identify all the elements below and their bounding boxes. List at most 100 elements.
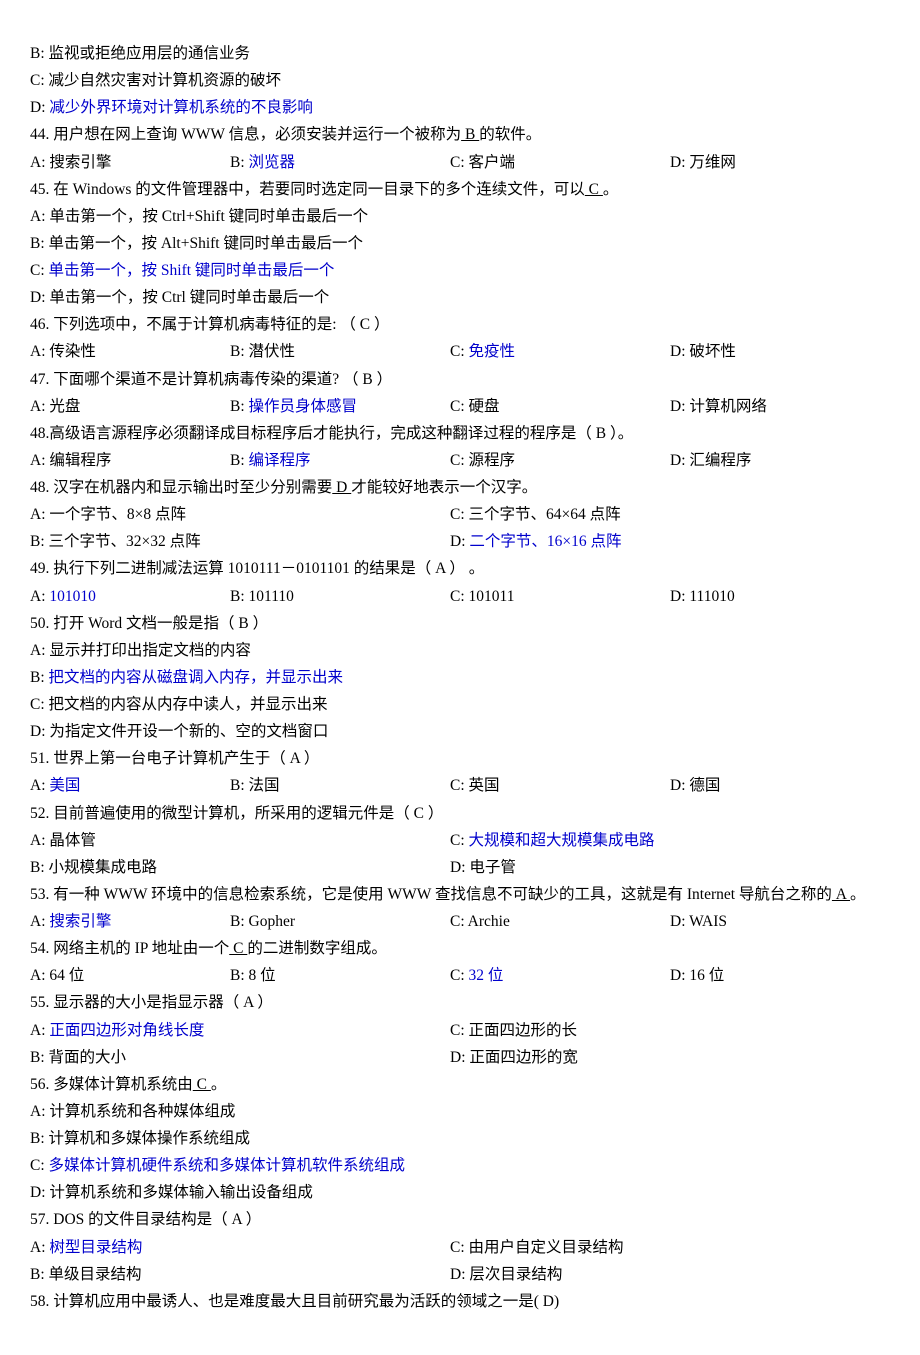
q52-c-prefix: C:: [450, 832, 469, 849]
q57-opt-d: D: 层次目录结构: [450, 1261, 890, 1288]
q54-opt-a: A: 64 位: [30, 962, 230, 989]
q45-opt-c: C: 单击第一个，按 Shift 键同时单击最后一个: [30, 257, 890, 284]
q54-opt-b: B: 8 位: [230, 962, 450, 989]
q48a-stem: 48.高级语言源程序必须翻译成目标程序后才能执行，完成这种翻译过程的程序是（ B…: [30, 420, 890, 447]
q53-stem: 53. 有一种 WWW 环境中的信息检索系统，它是使用 WWW 查找信息不可缺少…: [30, 881, 890, 908]
q48b-row1: A: 一个字节、8×8 点阵 C: 三个字节、64×64 点阵: [30, 501, 890, 528]
q54-c-answer: 32 位: [469, 967, 504, 984]
q50-opt-a: A: 显示并打印出指定文档的内容: [30, 637, 890, 664]
q48a-opt-a: A: 编辑程序: [30, 447, 230, 474]
q51-stem: 51. 世界上第一台电子计算机产生于（ A ）: [30, 745, 890, 772]
q54-opt-d: D: 16 位: [670, 962, 890, 989]
q48b-row2: B: 三个字节、32×32 点阵 D: 二个字节、16×16 点阵: [30, 528, 890, 555]
q56-stem-1: 56. 多媒体计算机系统由: [30, 1076, 193, 1093]
q50-b-prefix: B:: [30, 669, 49, 686]
q51-options: A: 美国 B: 法国 C: 英国 D: 德国: [30, 772, 890, 799]
q47-opt-c: C: 硬盘: [450, 393, 670, 420]
q47-stem: 47. 下面哪个渠道不是计算机病毒传染的渠道? （ B ）: [30, 366, 890, 393]
q48a-opt-b: B: 编译程序: [230, 447, 450, 474]
q46-opt-d: D: 破坏性: [670, 338, 890, 365]
q44-options: A: 搜索引擎 B: 浏览器 C: 客户端 D: 万维网: [30, 149, 890, 176]
q47-opt-d: D: 计算机网络: [670, 393, 890, 420]
q45-c-prefix: C:: [30, 262, 49, 279]
q44-opt-a: A: 搜索引擎: [30, 149, 230, 176]
q52-c-answer: 大规模和超大规模集成电路: [469, 832, 655, 849]
q54-opt-c: C: 32 位: [450, 962, 670, 989]
q52-row1: A: 晶体管 C: 大规模和超大规模集成电路: [30, 827, 890, 854]
q56-blank: C: [193, 1076, 211, 1093]
q43-opt-b: B: 监视或拒绝应用层的通信业务: [30, 40, 890, 67]
q49-opt-a: A: 101010: [30, 583, 230, 610]
q50-opt-b: B: 把文档的内容从磁盘调入内存，并显示出来: [30, 664, 890, 691]
q44-blank: B: [461, 126, 479, 143]
q57-stem: 57. DOS 的文件目录结构是（ A ）: [30, 1206, 890, 1233]
q48b-opt-a: A: 一个字节、8×8 点阵: [30, 501, 450, 528]
q44-b-prefix: B:: [230, 154, 249, 171]
q44-opt-b: B: 浏览器: [230, 149, 450, 176]
q50-stem: 50. 打开 Word 文档一般是指（ B ）: [30, 610, 890, 637]
q51-opt-c: C: 英国: [450, 772, 670, 799]
q57-a-answer: 树型目录结构: [49, 1239, 142, 1256]
q52-opt-c: C: 大规模和超大规模集成电路: [450, 827, 890, 854]
q55-a-answer: 正面四边形对角线长度: [49, 1022, 204, 1039]
q48a-opt-c: C: 源程序: [450, 447, 670, 474]
q48a-options: A: 编辑程序 B: 编译程序 C: 源程序 D: 汇编程序: [30, 447, 890, 474]
q45-c-answer: 单击第一个，按 Shift 键同时单击最后一个: [49, 262, 335, 279]
q50-opt-d: D: 为指定文件开设一个新的、空的文档窗口: [30, 718, 890, 745]
q53-blank: A: [832, 886, 850, 903]
q55-row1: A: 正面四边形对角线长度 C: 正面四边形的长: [30, 1017, 890, 1044]
q57-opt-c: C: 由用户自定义目录结构: [450, 1234, 890, 1261]
q58-stem: 58. 计算机应用中最诱人、也是难度最大且目前研究最为活跃的领域之一是( D): [30, 1288, 890, 1315]
q54-c-prefix: C:: [450, 967, 469, 984]
q54-stem-2: 的二进制数字组成。: [247, 940, 387, 957]
q52-opt-d: D: 电子管: [450, 854, 890, 881]
q55-opt-a: A: 正面四边形对角线长度: [30, 1017, 450, 1044]
q48b-opt-c: C: 三个字节、64×64 点阵: [450, 501, 890, 528]
q43-opt-d: D: 减少外界环境对计算机系统的不良影响: [30, 94, 890, 121]
q56-c-prefix: C:: [30, 1157, 49, 1174]
q51-a-answer: 美国: [49, 777, 80, 794]
q49-a-prefix: A:: [30, 588, 49, 605]
q44-opt-d: D: 万维网: [670, 149, 890, 176]
q57-a-prefix: A:: [30, 1239, 49, 1256]
q49-a-answer: 101010: [49, 588, 96, 605]
q53-stem-1: 53. 有一种 WWW 环境中的信息检索系统，它是使用 WWW 查找信息不可缺少…: [30, 886, 832, 903]
q52-stem: 52. 目前普遍使用的微型计算机，所采用的逻辑元件是（ C ）: [30, 800, 890, 827]
q49-opt-c: C: 101011: [450, 583, 670, 610]
q54-stem: 54. 网络主机的 IP 地址由一个 C 的二进制数字组成。: [30, 935, 890, 962]
q52-opt-a: A: 晶体管: [30, 827, 450, 854]
q55-a-prefix: A:: [30, 1022, 49, 1039]
q46-options: A: 传染性 B: 潜伏性 C: 免疫性 D: 破坏性: [30, 338, 890, 365]
q57-opt-b: B: 单级目录结构: [30, 1261, 450, 1288]
q57-opt-a: A: 树型目录结构: [30, 1234, 450, 1261]
q49-opt-b: B: 101110: [230, 583, 450, 610]
q53-opt-c: C: Archie: [450, 908, 670, 935]
q47-b-answer: 操作员身体感冒: [249, 398, 358, 415]
q44-stem-1: 44. 用户想在网上查询 WWW 信息，必须安装并运行一个被称为: [30, 126, 461, 143]
q47-options: A: 光盘 B: 操作员身体感冒 C: 硬盘 D: 计算机网络: [30, 393, 890, 420]
q48b-stem: 48. 汉字在机器内和显示输出时至少分别需要 D 才能较好地表示一个汉字。: [30, 474, 890, 501]
q46-c-answer: 免疫性: [469, 343, 516, 360]
q56-stem: 56. 多媒体计算机系统由 C 。: [30, 1071, 890, 1098]
q53-opt-b: B: Gopher: [230, 908, 450, 935]
q43-d-answer: 减少外界环境对计算机系统的不良影响: [49, 99, 313, 116]
q43-opt-c: C: 减少自然灾害对计算机资源的破坏: [30, 67, 890, 94]
q43-d-prefix: D:: [30, 99, 49, 116]
q45-stem: 45. 在 Windows 的文件管理器中，若要同时选定同一目录下的多个连续文件…: [30, 176, 890, 203]
q48b-d-prefix: D:: [450, 533, 469, 550]
q51-opt-d: D: 德国: [670, 772, 890, 799]
q56-c-answer: 多媒体计算机硬件系统和多媒体计算机软件系统组成: [49, 1157, 406, 1174]
q48b-opt-b: B: 三个字节、32×32 点阵: [30, 528, 450, 555]
q53-opt-a: A: 搜索引擎: [30, 908, 230, 935]
q53-stem-2: 。: [850, 886, 866, 903]
q53-opt-d: D: WAIS: [670, 908, 890, 935]
q49-stem: 49. 执行下列二进制减法运算 1010111－0101101 的结果是（ A …: [30, 555, 890, 582]
q46-opt-b: B: 潜伏性: [230, 338, 450, 365]
q48a-opt-d: D: 汇编程序: [670, 447, 890, 474]
q51-a-prefix: A:: [30, 777, 49, 794]
q48b-blank: D: [332, 479, 351, 496]
q47-opt-b: B: 操作员身体感冒: [230, 393, 450, 420]
q48b-opt-d: D: 二个字节、16×16 点阵: [450, 528, 890, 555]
q50-b-answer: 把文档的内容从磁盘调入内存，并显示出来: [49, 669, 344, 686]
q51-opt-b: B: 法国: [230, 772, 450, 799]
